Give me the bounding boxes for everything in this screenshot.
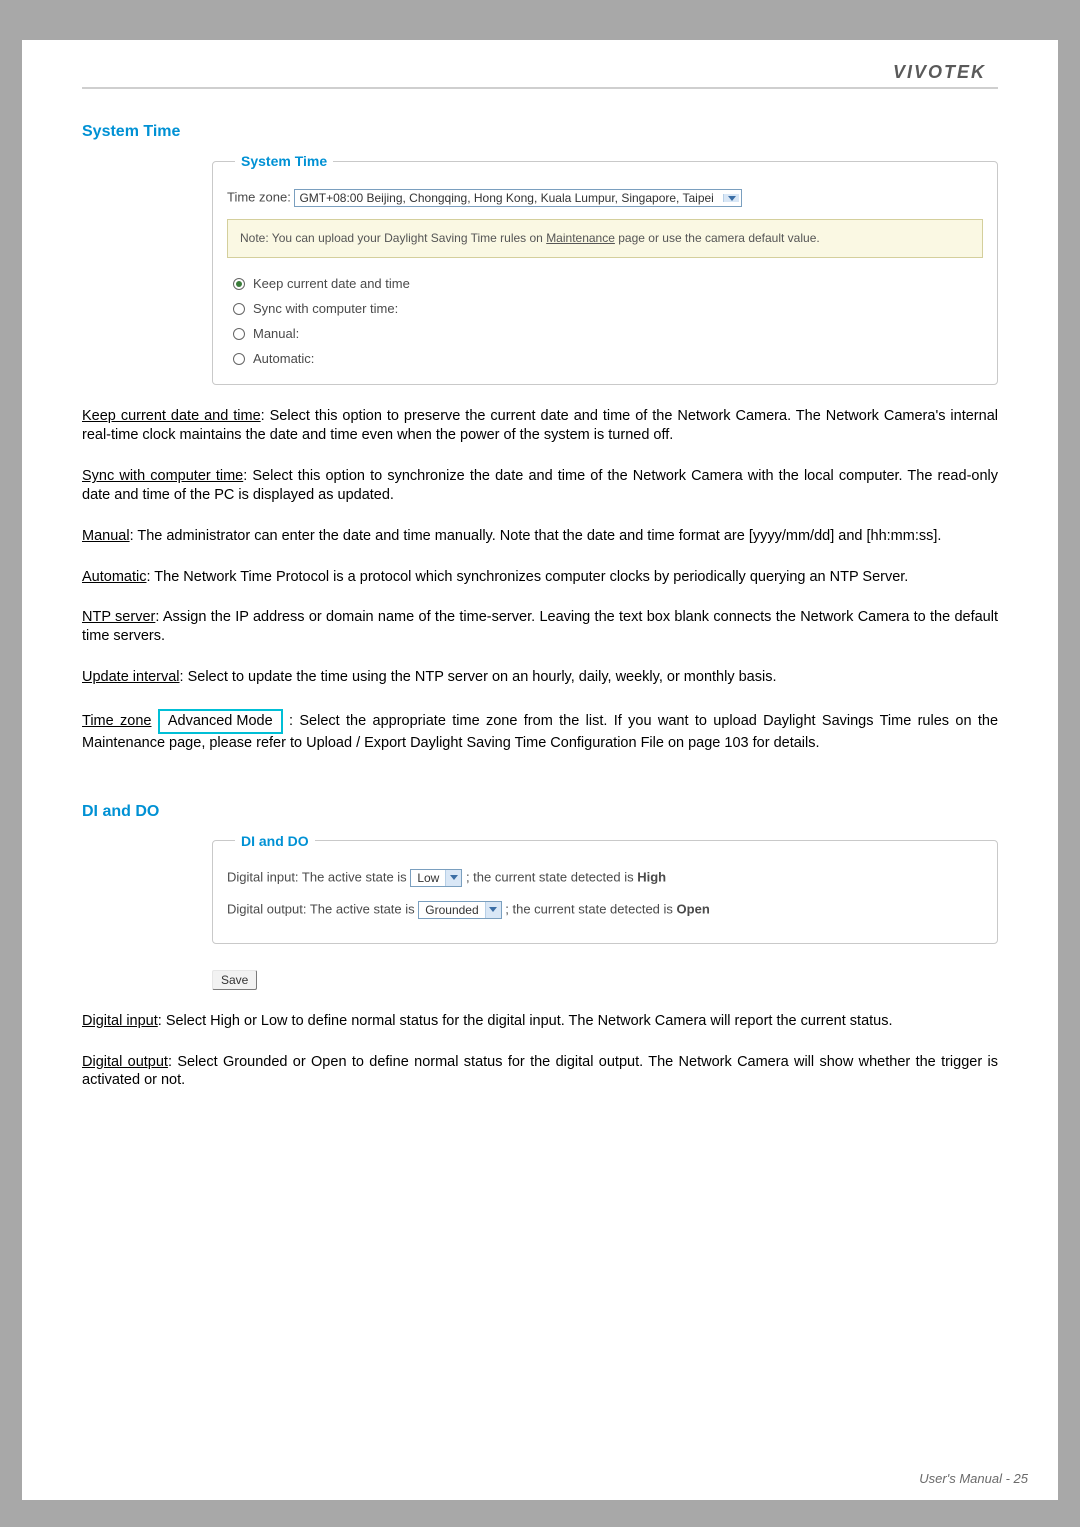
system-time-heading: System Time [82,123,998,141]
advanced-mode-badge: Advanced Mode [158,709,283,734]
desc-automatic: Automatic: The Network Time Protocol is … [82,568,998,587]
digital-input-row: Digital input: The active state is Low ;… [227,869,983,887]
timezone-label: Time zone: [227,189,291,204]
document-page: VIVOTEK System Time System Time Time zon… [22,40,1058,1500]
digital-output-row: Digital output: The active state is Grou… [227,901,983,919]
digital-output-select[interactable]: Grounded [418,901,501,919]
desc-digital-output: Digital output: Select Grounded or Open … [82,1053,998,1091]
radio-icon [233,303,245,315]
radio-icon [233,278,245,290]
desc-digital-input: Digital input: Select High or Low to def… [82,1012,998,1031]
desc-manual: Manual: The administrator can enter the … [82,527,998,546]
radio-manual[interactable]: Manual: [233,326,983,341]
save-button[interactable]: Save [212,970,257,990]
chevron-down-icon[interactable] [723,194,739,202]
system-time-panel: System Time Time zone: GMT+08:00 Beijing… [212,153,998,385]
radio-sync[interactable]: Sync with computer time: [233,301,983,316]
brand-text: VIVOTEK [893,62,998,82]
di-do-legend: DI and DO [235,833,315,849]
maintenance-link[interactable]: Maintenance [546,231,615,245]
desc-sync: Sync with computer time: Select this opt… [82,467,998,505]
dst-note: Note: You can upload your Daylight Savin… [227,219,983,258]
desc-keep: Keep current date and time: Select this … [82,407,998,445]
chevron-down-icon[interactable] [485,902,501,918]
radio-keep[interactable]: Keep current date and time [233,276,983,291]
di-do-panel: DI and DO Digital input: The active stat… [212,833,998,944]
timezone-row: Time zone: GMT+08:00 Beijing, Chongqing,… [227,189,983,207]
radio-icon [233,328,245,340]
desc-update-interval: Update interval: Select to update the ti… [82,668,998,687]
radio-icon [233,353,245,365]
chevron-down-icon[interactable] [445,870,461,886]
desc-ntp: NTP server: Assign the IP address or dom… [82,608,998,646]
do-state: Open [677,901,710,916]
digital-input-select[interactable]: Low [410,869,462,887]
desc-timezone: Time zone Advanced Mode : Select the app… [82,709,998,753]
radio-automatic[interactable]: Automatic: [233,351,983,366]
page-footer: User's Manual - 25 [919,1471,1028,1486]
timezone-select[interactable]: GMT+08:00 Beijing, Chongqing, Hong Kong,… [294,189,742,207]
di-state: High [637,869,666,884]
timezone-value: GMT+08:00 Beijing, Chongqing, Hong Kong,… [299,191,713,205]
page-header: VIVOTEK [82,62,998,89]
system-time-legend: System Time [235,153,333,169]
di-do-heading: DI and DO [82,803,998,821]
